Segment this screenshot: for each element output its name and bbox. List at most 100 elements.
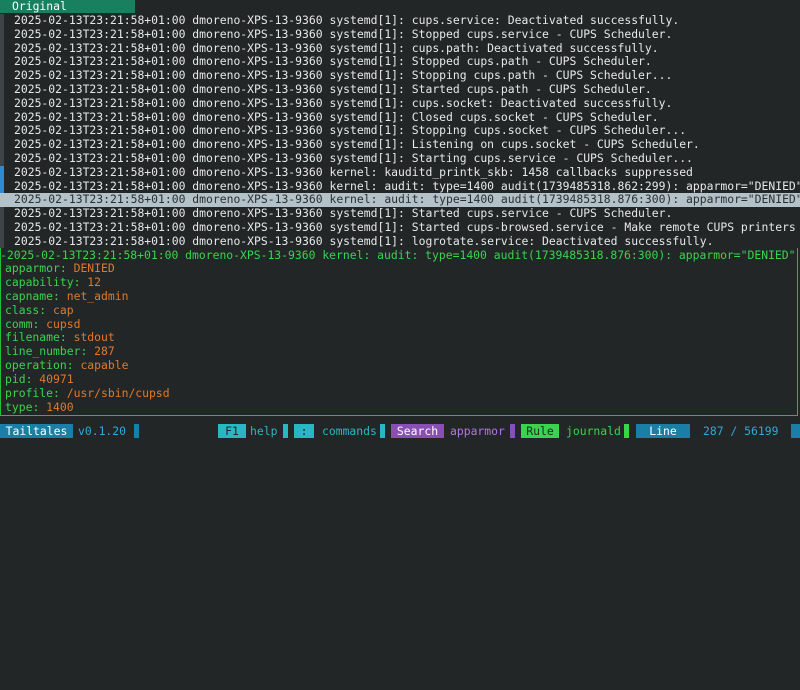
detail-field-operation: operation: capable — [5, 358, 129, 373]
field-key: type — [5, 399, 33, 414]
rule-value: journald — [566, 424, 621, 438]
log-line[interactable]: 2025-02-13T23:21:58+01:00 dmoreno-XPS-13… — [0, 96, 800, 111]
log-line-text: 2025-02-13T23:21:58+01:00 dmoreno-XPS-13… — [14, 82, 652, 96]
field-key: capability — [5, 274, 74, 289]
log-line-text: 2025-02-13T23:21:58+01:00 dmoreno-XPS-13… — [14, 234, 714, 248]
log-line[interactable]: 2025-02-13T23:21:58+01:00 dmoreno-XPS-13… — [0, 27, 800, 42]
status-end-cap — [791, 424, 800, 438]
field-value: DENIED — [73, 261, 115, 275]
line-marker — [0, 82, 4, 97]
status-separator — [380, 424, 385, 438]
log-line-text: 2025-02-13T23:21:58+01:00 dmoreno-XPS-13… — [14, 138, 700, 152]
field-key: apparmor — [5, 261, 60, 275]
status-bar: Tailtales v0.1.20 F1 help : commands Sea… — [0, 424, 800, 438]
field-value: cap — [53, 302, 74, 317]
search-key[interactable]: Search — [391, 424, 444, 438]
line-marker — [0, 165, 4, 180]
field-key: comm — [5, 316, 33, 331]
app-version: v0.1.20 — [78, 424, 127, 438]
field-key: filename — [5, 330, 60, 345]
line-marker — [0, 14, 4, 28]
detail-field-capability: capability: 12 — [5, 274, 102, 289]
log-line[interactable]: 2025-02-13T23:21:58+01:00 dmoreno-XPS-13… — [0, 220, 800, 235]
log-line-text: 2025-02-13T23:21:58+01:00 dmoreno-XPS-13… — [14, 14, 680, 27]
detail-field-class: class: cap — [5, 302, 74, 317]
line-marker — [0, 207, 4, 221]
line-marker — [0, 96, 4, 111]
detail-field-line-number: line_number: 287 — [5, 344, 115, 359]
log-list[interactable]: 2025-02-13T23:21:58+01:00 dmoreno-XPS-13… — [0, 14, 800, 248]
log-line-text: 2025-02-13T23:21:58+01:00 dmoreno-XPS-13… — [14, 207, 673, 221]
detail-header: -2025-02-13T23:21:58+01:00 dmoreno-XPS-1… — [0, 248, 800, 262]
log-line[interactable]: 2025-02-13T23:21:58+01:00 dmoreno-XPS-13… — [0, 110, 800, 125]
field-key: class — [5, 302, 40, 317]
detail-field-profile: profile: /usr/sbin/cupsd — [5, 386, 170, 401]
log-line[interactable]: 2025-02-13T23:21:58+01:00 dmoreno-XPS-13… — [0, 124, 800, 139]
detail-fields: apparmor: DENIED capability: 12 capname: n… — [5, 261, 170, 415]
commands-key[interactable]: : — [294, 424, 314, 438]
field-key: capname — [5, 288, 54, 303]
rule-key[interactable]: Rule — [521, 424, 559, 438]
status-separator — [283, 424, 288, 438]
log-line-text: 2025-02-13T23:21:58+01:00 dmoreno-XPS-13… — [14, 27, 673, 41]
log-line[interactable]: 2025-02-13T23:21:58+01:00 dmoreno-XPS-13… — [0, 82, 800, 97]
log-line[interactable]: 2025-02-13T23:21:58+01:00 dmoreno-XPS-13… — [0, 55, 800, 70]
log-line-text: 2025-02-13T23:21:58+01:00 dmoreno-XPS-13… — [14, 41, 659, 55]
line-marker — [0, 179, 4, 194]
detail-field-apparmor: apparmor: DENIED — [5, 261, 115, 275]
log-line-text: 2025-02-13T23:21:58+01:00 dmoreno-XPS-13… — [14, 124, 687, 138]
line-marker — [0, 55, 4, 70]
line-marker — [0, 234, 4, 248]
log-line[interactable]: 2025-02-13T23:21:58+01:00 dmoreno-XPS-13… — [0, 234, 800, 248]
line-marker — [0, 110, 4, 125]
line-marker — [0, 27, 4, 42]
log-line-text: 2025-02-13T23:21:58+01:00 dmoreno-XPS-13… — [14, 55, 652, 69]
status-separator — [624, 424, 629, 438]
line-marker — [0, 124, 4, 139]
log-line[interactable]: 2025-02-13T23:21:58+01:00 dmoreno-XPS-13… — [0, 69, 800, 83]
log-line[interactable]: 2025-02-13T23:21:58+01:00 dmoreno-XPS-13… — [0, 14, 800, 28]
log-line-text: 2025-02-13T23:21:58+01:00 dmoreno-XPS-13… — [14, 96, 673, 110]
field-value: /usr/sbin/cupsd — [66, 386, 170, 401]
log-line-text: 2025-02-13T23:21:58+01:00 dmoreno-XPS-13… — [14, 69, 673, 83]
tab-original[interactable]: Original — [0, 0, 135, 13]
detail-field-capname: capname: net_admin — [5, 288, 129, 303]
field-value: cupsd — [46, 316, 81, 331]
field-key: operation — [5, 358, 67, 373]
log-line-text: 2025-02-13T23:21:58+01:00 dmoreno-XPS-13… — [14, 151, 693, 165]
field-value: stdout — [73, 330, 115, 345]
field-value: 287 — [94, 344, 115, 359]
log-line-text: 2025-02-13T23:21:58+01:00 dmoreno-XPS-13… — [14, 110, 659, 124]
field-value: capable — [80, 358, 129, 373]
line-key: Line — [636, 424, 690, 438]
log-line[interactable]: 2025-02-13T23:21:58+01:00 dmoreno-XPS-13… — [0, 165, 800, 180]
commands-label: commands — [322, 424, 377, 438]
status-separator — [510, 424, 515, 438]
line-marker — [0, 151, 4, 166]
tab-bar: Original — [0, 0, 800, 14]
line-marker — [0, 193, 4, 208]
log-line-text: 2025-02-13T23:21:58+01:00 dmoreno-XPS-13… — [14, 165, 693, 179]
log-line-selected[interactable]: 2025-02-13T23:21:58+01:00 dmoreno-XPS-13… — [0, 193, 800, 208]
detail-field-type: type: 1400 — [5, 399, 74, 414]
help-key[interactable]: F1 — [218, 424, 246, 438]
help-label: help — [250, 424, 278, 438]
search-value: apparmor — [450, 424, 505, 438]
field-value: net_admin — [66, 288, 129, 303]
log-line[interactable]: 2025-02-13T23:21:58+01:00 dmoreno-XPS-13… — [0, 207, 800, 221]
line-marker — [0, 138, 4, 152]
field-value: 40971 — [39, 372, 74, 387]
detail-field-pid: pid: 40971 — [5, 372, 74, 387]
field-key: profile — [5, 386, 54, 401]
field-value: 12 — [87, 274, 102, 289]
log-line[interactable]: 2025-02-13T23:21:58+01:00 dmoreno-XPS-13… — [0, 151, 800, 166]
log-line-text: 2025-02-13T23:21:58+01:00 dmoreno-XPS-13… — [14, 193, 800, 207]
line-counter: 287 / 56199 — [703, 424, 779, 438]
line-marker — [0, 69, 4, 83]
log-line[interactable]: 2025-02-13T23:21:58+01:00 dmoreno-XPS-13… — [0, 138, 800, 152]
detail-field-filename: filename: stdout — [5, 330, 115, 345]
detail-field-comm: comm: cupsd — [5, 316, 81, 331]
field-value: 1400 — [46, 399, 74, 414]
log-line[interactable]: 2025-02-13T23:21:58+01:00 dmoreno-XPS-13… — [0, 41, 800, 56]
log-line[interactable]: 2025-02-13T23:21:58+01:00 dmoreno-XPS-13… — [0, 179, 800, 194]
